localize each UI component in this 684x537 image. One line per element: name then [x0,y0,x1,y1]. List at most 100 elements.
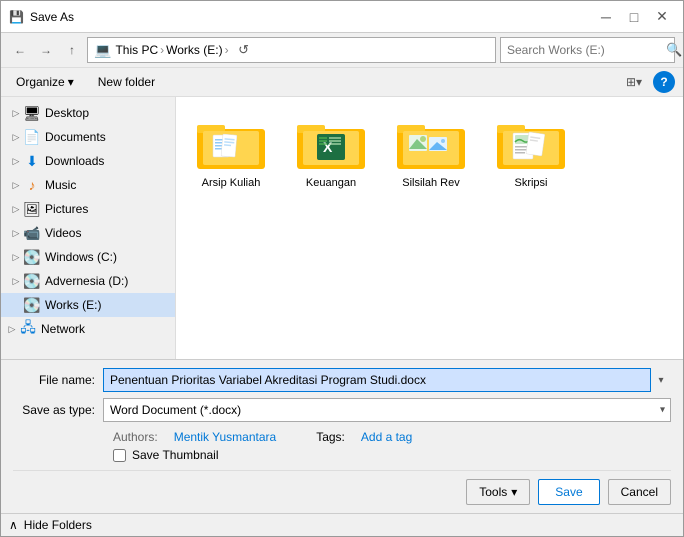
breadcrumb: This PC › Works (E:) › [115,43,228,57]
view-arrow-icon: ▾ [636,75,642,89]
secondary-toolbar: Organize ▾ New folder ⊞ ▾ ? [1,68,683,97]
sidebar-item-documents[interactable]: ▷ 📄 Documents [1,125,175,149]
folder-thumb-skripsi [495,115,567,173]
advernesia-drive-icon: 💽 [23,272,41,290]
breadcrumb-drive: Works (E:) [166,43,222,57]
cancel-button[interactable]: Cancel [608,479,671,505]
file-area: Arsip Kuliah X [176,97,683,359]
save-button[interactable]: Save [538,479,599,505]
tags-label: Tags: [316,430,345,444]
sidebar-item-works-e[interactable]: ▷ 💽 Works (E:) [1,293,175,317]
tags-value[interactable]: Add a tag [361,430,412,444]
expand-icon[interactable]: ▷ [9,154,23,168]
folder-icon-skripsi [495,115,567,173]
hide-folders-bar[interactable]: ∧ Hide Folders [1,513,683,536]
breadcrumb-sep2: › [225,43,229,57]
back-button[interactable]: ← [9,39,31,61]
expand-icon[interactable]: ▷ [9,130,23,144]
main-content: ▷ 🖥 Desktop ▷ 📄 Documents ▷ ⬇ Downloads … [1,97,683,359]
folder-label-skripsi: Skripsi [514,177,547,189]
help-button[interactable]: ? [653,71,675,93]
folder-icon-silsilah [395,115,467,173]
address-bar[interactable]: 💻 This PC › Works (E:) › ↺ [87,37,496,63]
tools-arrow-icon: ▾ [511,485,517,499]
folder-label-keuangan: Keuangan [306,177,356,189]
sidebar-label-desktop: Desktop [45,106,89,120]
expand-icon[interactable]: ▷ [9,178,23,192]
folder-silsilah-rev[interactable]: Silsilah Rev [386,107,476,197]
hide-folders-arrow-icon: ∧ [9,518,18,532]
pc-icon: 💻 [94,42,111,59]
sidebar-label-pictures: Pictures [45,202,88,216]
forward-button[interactable]: → [35,39,57,61]
filename-dropdown-button[interactable]: ▾ [651,375,671,386]
dialog-title: Save As [30,10,593,24]
folder-label-silsilah-rev: Silsilah Rev [402,177,459,189]
view-options-button[interactable]: ⊞ ▾ [623,71,645,93]
expand-icon[interactable]: ▷ [9,106,23,120]
sidebar-label-downloads: Downloads [45,154,104,168]
folder-skripsi[interactable]: Skripsi [486,107,576,197]
hide-folders-label: Hide Folders [24,518,92,532]
organize-arrow-icon: ▾ [68,75,74,89]
breadcrumb-pc: This PC [115,43,158,57]
folder-thumb-keuangan: X [295,115,367,173]
expand-icon[interactable]: ▷ [5,322,19,336]
folder-thumb-silsilah [395,115,467,173]
filename-input[interactable] [103,368,651,392]
sidebar-item-windows-c[interactable]: ▷ 💽 Windows (C:) [1,245,175,269]
sidebar-item-downloads[interactable]: ▷ ⬇ Downloads [1,149,175,173]
sidebar-label-music: Music [45,178,76,192]
folder-icon-keuangan: X [295,115,367,173]
sidebar-item-music[interactable]: ▷ ♪ Music [1,173,175,197]
saveas-label: Save as type: [13,403,103,417]
folder-label-arsip-kuliah: Arsip Kuliah [202,177,261,189]
folder-arsip-kuliah[interactable]: Arsip Kuliah [186,107,276,197]
sidebar: ▷ 🖥 Desktop ▷ 📄 Documents ▷ ⬇ Downloads … [1,97,176,359]
folder-keuangan[interactable]: X Keuangan [286,107,376,197]
up-button[interactable]: ↑ [61,39,83,61]
sidebar-label-windows-c: Windows (C:) [45,250,117,264]
search-input[interactable] [507,43,662,57]
videos-icon: 📹 [23,224,41,242]
authors-value[interactable]: Mentik Yusmantara [174,430,277,444]
network-icon: 🖧 [19,320,37,338]
desktop-icon: 🖥 [23,104,41,122]
action-row: Tools ▾ Save Cancel [13,470,671,505]
organize-button[interactable]: Organize ▾ [9,71,81,93]
sidebar-item-videos[interactable]: ▷ 📹 Videos [1,221,175,245]
search-icon: 🔍 [666,42,682,58]
saveas-row: Save as type: Word Document (*.docx) [13,398,671,422]
refresh-button[interactable]: ↺ [233,39,255,61]
sidebar-label-network: Network [41,322,85,336]
saveas-select-wrapper: Word Document (*.docx) [103,398,671,422]
sidebar-item-advernesia-d[interactable]: ▷ 💽 Advernesia (D:) [1,269,175,293]
expand-icon[interactable]: ▷ [9,226,23,240]
filename-row: File name: ▾ [13,368,671,392]
expand-icon[interactable]: ▷ [9,250,23,264]
close-button[interactable]: ✕ [649,7,675,27]
saveas-select[interactable]: Word Document (*.docx) [103,398,671,422]
sidebar-item-pictures[interactable]: ▷ 🖼 Pictures [1,197,175,221]
sidebar-item-desktop[interactable]: ▷ 🖥 Desktop [1,101,175,125]
expand-icon[interactable]: ▷ [9,202,23,216]
documents-icon: 📄 [23,128,41,146]
thumbnail-row: Save Thumbnail [13,448,671,462]
sidebar-label-documents: Documents [45,130,106,144]
folder-thumb-arsip [195,115,267,173]
minimize-button[interactable]: ─ [593,7,619,27]
tools-button[interactable]: Tools ▾ [466,479,530,505]
bottom-panel: File name: ▾ Save as type: Word Document… [1,359,683,513]
breadcrumb-sep1: › [160,43,164,57]
downloads-icon: ⬇ [23,152,41,170]
save-thumbnail-label[interactable]: Save Thumbnail [132,448,219,462]
sidebar-item-network[interactable]: ▷ 🖧 Network [1,317,175,341]
windows-drive-icon: 💽 [23,248,41,266]
pictures-icon: 🖼 [23,200,41,218]
search-box[interactable]: 🔍 [500,37,675,63]
sidebar-label-advernesia-d: Advernesia (D:) [45,274,128,288]
new-folder-button[interactable]: New folder [89,71,164,93]
expand-icon[interactable]: ▷ [9,274,23,288]
save-thumbnail-checkbox[interactable] [113,449,126,462]
maximize-button[interactable]: □ [621,7,647,27]
